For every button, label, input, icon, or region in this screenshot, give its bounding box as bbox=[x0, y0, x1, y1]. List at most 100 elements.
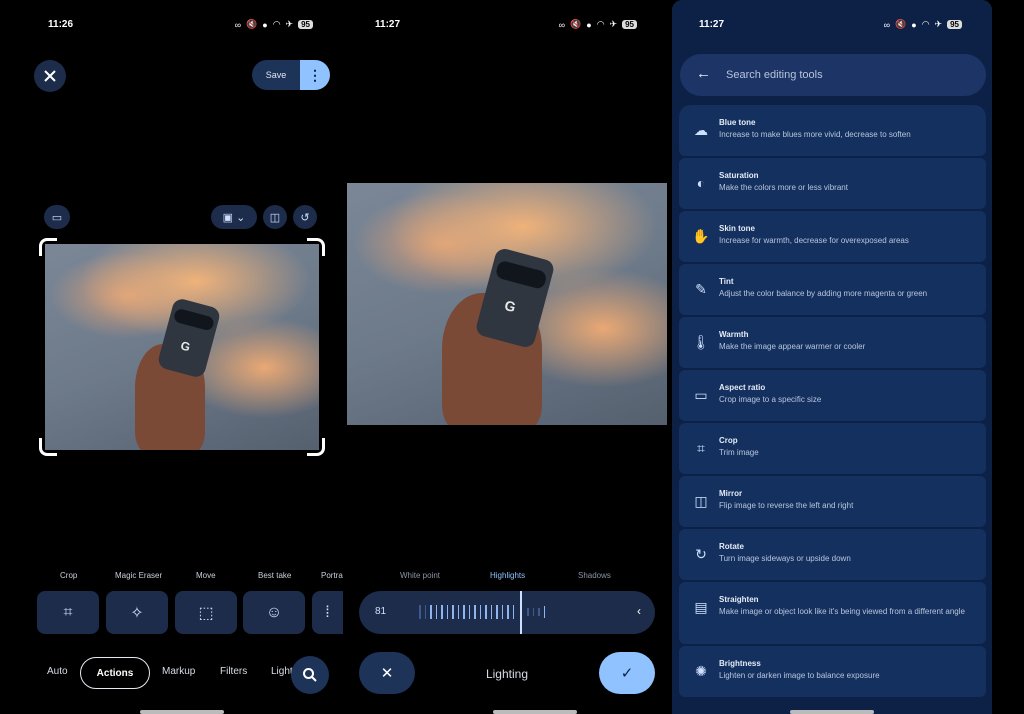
tool-item-skin-tone[interactable]: ✋ Skin tone Increase for warmth, decrease … bbox=[679, 211, 986, 262]
close-button[interactable] bbox=[34, 60, 66, 92]
tool-description: Make image or object look like it's bein… bbox=[719, 607, 965, 616]
home-indicator[interactable] bbox=[790, 710, 874, 714]
crop-handle-bottom-left[interactable] bbox=[39, 438, 57, 456]
ruler-button[interactable]: ▭ bbox=[44, 205, 70, 229]
crop-handle-top-right[interactable] bbox=[307, 238, 325, 256]
thermometer-icon: 🌡 bbox=[692, 333, 710, 350]
tab-highlights[interactable]: Highlights bbox=[490, 571, 525, 580]
link-icon: ∞ bbox=[558, 19, 566, 30]
arrow-back-icon[interactable]: ← bbox=[696, 65, 711, 82]
aspect-ratio-dropdown[interactable]: ▣ ⌄ bbox=[211, 205, 257, 229]
hand-icon: ✋ bbox=[692, 227, 710, 244]
search-input[interactable] bbox=[726, 65, 966, 85]
wifi-icon: ◠ bbox=[596, 19, 605, 29]
tool-name: Brightness bbox=[719, 659, 761, 668]
tool-name: Crop bbox=[719, 436, 738, 445]
move-tool-button[interactable]: ⬚ bbox=[175, 591, 237, 634]
tab-white-point[interactable]: White point bbox=[400, 571, 440, 580]
tool-name: Rotate bbox=[719, 542, 744, 551]
tool-item-tint[interactable]: ✎ Tint Adjust the color balance by adding … bbox=[679, 264, 986, 315]
crop-tool-button[interactable]: ⌗ bbox=[37, 591, 99, 634]
wifi-icon: ◠ bbox=[921, 19, 930, 29]
tool-description: Flip image to reverse the left and right bbox=[719, 501, 854, 510]
tool-name: Straighten bbox=[719, 595, 759, 604]
tool-description: Increase for warmth, decrease for overex… bbox=[719, 236, 909, 245]
tab-light[interactable]: Light bbox=[271, 666, 293, 677]
mirror-icon: ◫ bbox=[694, 492, 708, 509]
move-icon: ⬚ bbox=[198, 604, 214, 622]
editor-panel-actions: 11:26 ∞ 🔇 ● ◠ ✈ 95 Save ⋮ ▭ ▣ ⌄ ◫ ↺ G Cr… bbox=[0, 0, 343, 714]
save-button[interactable]: Save bbox=[252, 60, 300, 90]
tab-filters[interactable]: Filters bbox=[220, 666, 247, 677]
tool-label-magic-eraser: Magic Eraser bbox=[115, 571, 163, 580]
tool-item-rotate[interactable]: ↻ Rotate Turn image sideways or upside dow… bbox=[679, 529, 986, 580]
tool-name: Warmth bbox=[719, 330, 749, 339]
eyedropper-icon: ✎ bbox=[695, 280, 707, 297]
crop-handle-bottom-right[interactable] bbox=[307, 438, 325, 456]
best-take-icon: ☺ bbox=[265, 603, 283, 621]
tool-name: Saturation bbox=[719, 171, 759, 180]
tool-item-mirror[interactable]: ◫ Mirror Flip image to reverse the left an… bbox=[679, 476, 986, 527]
highlights-slider[interactable]: 81 ‹ bbox=[359, 591, 655, 634]
tool-name: Mirror bbox=[719, 489, 743, 498]
crop-icon: ⌗ bbox=[63, 603, 73, 621]
mirror-icon: ◫ bbox=[269, 211, 281, 224]
tab-auto[interactable]: Auto bbox=[47, 666, 68, 677]
magic-eraser-tool-button[interactable]: ✧ bbox=[106, 591, 168, 634]
airplane-icon: ✈ bbox=[609, 19, 618, 29]
best-take-tool-button[interactable]: ☺ bbox=[243, 591, 305, 634]
battery-icon: 95 bbox=[947, 20, 962, 29]
mute-icon: 🔇 bbox=[570, 19, 582, 29]
chevron-left-icon[interactable]: ‹ bbox=[637, 604, 641, 618]
tool-list: ☁ Blue tone Increase to make blues more vi… bbox=[679, 105, 986, 699]
tool-description: Make the image appear warmer or cooler bbox=[719, 342, 866, 351]
tool-label-move: Move bbox=[196, 571, 216, 580]
mute-icon: 🔇 bbox=[895, 19, 907, 29]
tool-item-crop[interactable]: ⌗ Crop Trim image bbox=[679, 423, 986, 474]
tool-item-blue-tone[interactable]: ☁ Blue tone Increase to make blues more vi… bbox=[679, 105, 986, 156]
slider-value: 81 bbox=[375, 606, 387, 617]
more-options-button[interactable]: ⋮ bbox=[300, 60, 330, 90]
tool-label-best-take: Best take bbox=[258, 571, 292, 580]
status-time: 11:27 bbox=[699, 19, 725, 30]
home-indicator[interactable] bbox=[140, 710, 224, 714]
tool-description: Turn image sideways or upside down bbox=[719, 554, 851, 563]
slider-thumb[interactable] bbox=[520, 591, 522, 634]
photo-preview[interactable]: G bbox=[45, 244, 319, 450]
brightness-icon: ✺ bbox=[695, 662, 707, 679]
airplane-icon: ✈ bbox=[285, 19, 294, 29]
tool-item-brightness[interactable]: ✺ Brightness Lighten or darken image to ba… bbox=[679, 646, 986, 697]
ruler-icon: ▭ bbox=[51, 211, 63, 224]
tool-item-warmth[interactable]: 🌡 Warmth Make the image appear warmer or c… bbox=[679, 317, 986, 368]
portrait-icon: ⁞ bbox=[325, 603, 330, 621]
close-icon bbox=[44, 70, 56, 82]
mirror-button[interactable]: ◫ bbox=[263, 205, 287, 229]
search-tools-panel: 11:27 ∞ 🔇 ● ◠ ✈ 95 ← ☁ Blue tone Increase … bbox=[672, 0, 992, 714]
tool-item-saturation[interactable]: ◐ Saturation Make the colors more or less … bbox=[679, 158, 986, 209]
apply-button[interactable]: ✓ bbox=[599, 652, 655, 694]
tool-item-aspect-ratio[interactable]: ▭ Aspect ratio Crop image to a specific si… bbox=[679, 370, 986, 421]
tab-shadows[interactable]: Shadows bbox=[578, 571, 611, 580]
tab-actions[interactable]: Actions bbox=[80, 657, 150, 689]
status-bar: 11:27 ∞ 🔇 ● ◠ ✈ 95 bbox=[672, 17, 992, 33]
tool-description: Adjust the color balance by adding more … bbox=[719, 289, 928, 298]
aspect-ratio-icon: ▭ bbox=[694, 386, 708, 403]
rotate-button[interactable]: ↺ bbox=[293, 205, 317, 229]
status-time: 11:26 bbox=[48, 19, 74, 30]
tool-item-straighten[interactable]: ▤ Straighten Make image or object look lik… bbox=[679, 582, 986, 644]
portrait-tool-button[interactable]: ⁞ bbox=[312, 591, 343, 634]
tool-name: Tint bbox=[719, 277, 734, 286]
status-bar: 11:26 ∞ 🔇 ● ◠ ✈ 95 bbox=[0, 17, 343, 33]
tool-name: Skin tone bbox=[719, 224, 756, 233]
tool-description: Increase to make blues more vivid, decre… bbox=[719, 130, 911, 139]
search-tools-button[interactable] bbox=[291, 656, 329, 694]
crop-handle-top-left[interactable] bbox=[39, 238, 57, 256]
tool-description: Crop image to a specific size bbox=[719, 395, 822, 404]
dot-icon: ● bbox=[911, 19, 917, 30]
dot-icon: ● bbox=[262, 19, 268, 30]
status-bar: 11:27 ∞ 🔇 ● ◠ ✈ 95 bbox=[347, 17, 667, 33]
tab-markup[interactable]: Markup bbox=[162, 666, 195, 677]
home-indicator[interactable] bbox=[493, 710, 577, 714]
photo-preview[interactable]: G bbox=[347, 183, 667, 425]
tool-description: Trim image bbox=[719, 448, 759, 457]
